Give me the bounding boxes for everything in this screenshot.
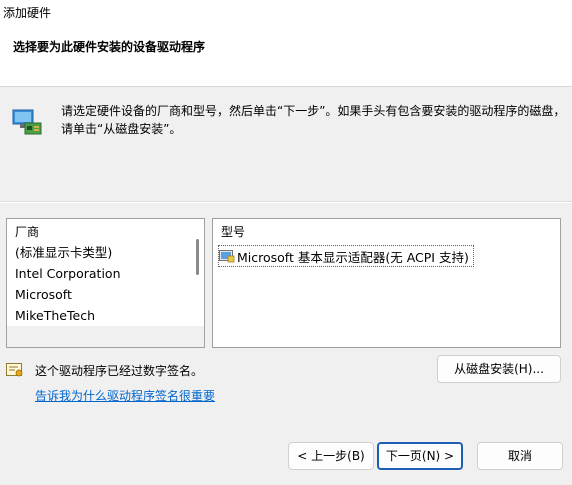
manufacturer-items: (标准显示卡类型) Intel Corporation Microsoft Mi… [15, 245, 186, 329]
instruction-text: 请选定硬件设备的厂商和型号，然后单击“下一步”。如果手头有包含要安装的驱动程序的… [61, 102, 566, 138]
next-button[interactable]: 下一页(N) > [377, 442, 463, 470]
have-disk-button[interactable]: 从磁盘安装(H)... [437, 355, 561, 383]
model-item-label: Microsoft 基本显示适配器(无 ACPI 支持) [237, 249, 469, 265]
signature-status-text: 这个驱动程序已经过数字签名。 [35, 364, 204, 378]
hardware-device-icon [12, 109, 42, 135]
instruction-line-2: 请单击“从磁盘安装”。 [61, 122, 182, 136]
display-adapter-icon [219, 250, 235, 263]
certificate-icon [6, 363, 23, 377]
model-list[interactable]: 型号 Microsoft 基本显示适配器(无 ACPI 支持) [212, 218, 561, 348]
wizard-header: 选择要为此硬件安装的设备驱动程序 [0, 24, 572, 87]
list-item[interactable]: Microsoft [15, 287, 186, 308]
manufacturer-list-bottom [7, 326, 204, 347]
model-list-item[interactable]: Microsoft 基本显示适配器(无 ACPI 支持) [218, 245, 474, 267]
manufacturer-header-label: 厂商 [15, 225, 40, 239]
title-bar: 添加硬件 [0, 0, 572, 24]
manufacturer-scrollbar[interactable] [192, 223, 202, 343]
instruction-line-1: 请选定硬件设备的厂商和型号，然后单击“下一步”。如果手头有包含要安装的驱动程序的… [61, 104, 566, 118]
cancel-button[interactable]: 取消 [477, 442, 563, 470]
driver-signing-link[interactable]: 告诉我为什么驱动程序签名很重要 [35, 387, 215, 404]
manufacturer-list-header: 厂商 [7, 219, 204, 241]
scrollbar-thumb[interactable] [196, 239, 199, 275]
back-button[interactable]: < 上一步(B) [288, 442, 374, 470]
page-heading: 选择要为此硬件安装的设备驱动程序 [13, 40, 206, 54]
model-list-header: 型号 [213, 219, 560, 241]
window-title: 添加硬件 [3, 6, 52, 20]
manufacturer-list[interactable]: 厂商 (标准显示卡类型) Intel Corporation Microsoft… [6, 218, 205, 348]
model-header-label: 型号 [221, 225, 246, 239]
separator [0, 201, 572, 203]
list-item[interactable]: Intel Corporation [15, 266, 186, 287]
list-item[interactable]: (标准显示卡类型) [15, 245, 186, 266]
